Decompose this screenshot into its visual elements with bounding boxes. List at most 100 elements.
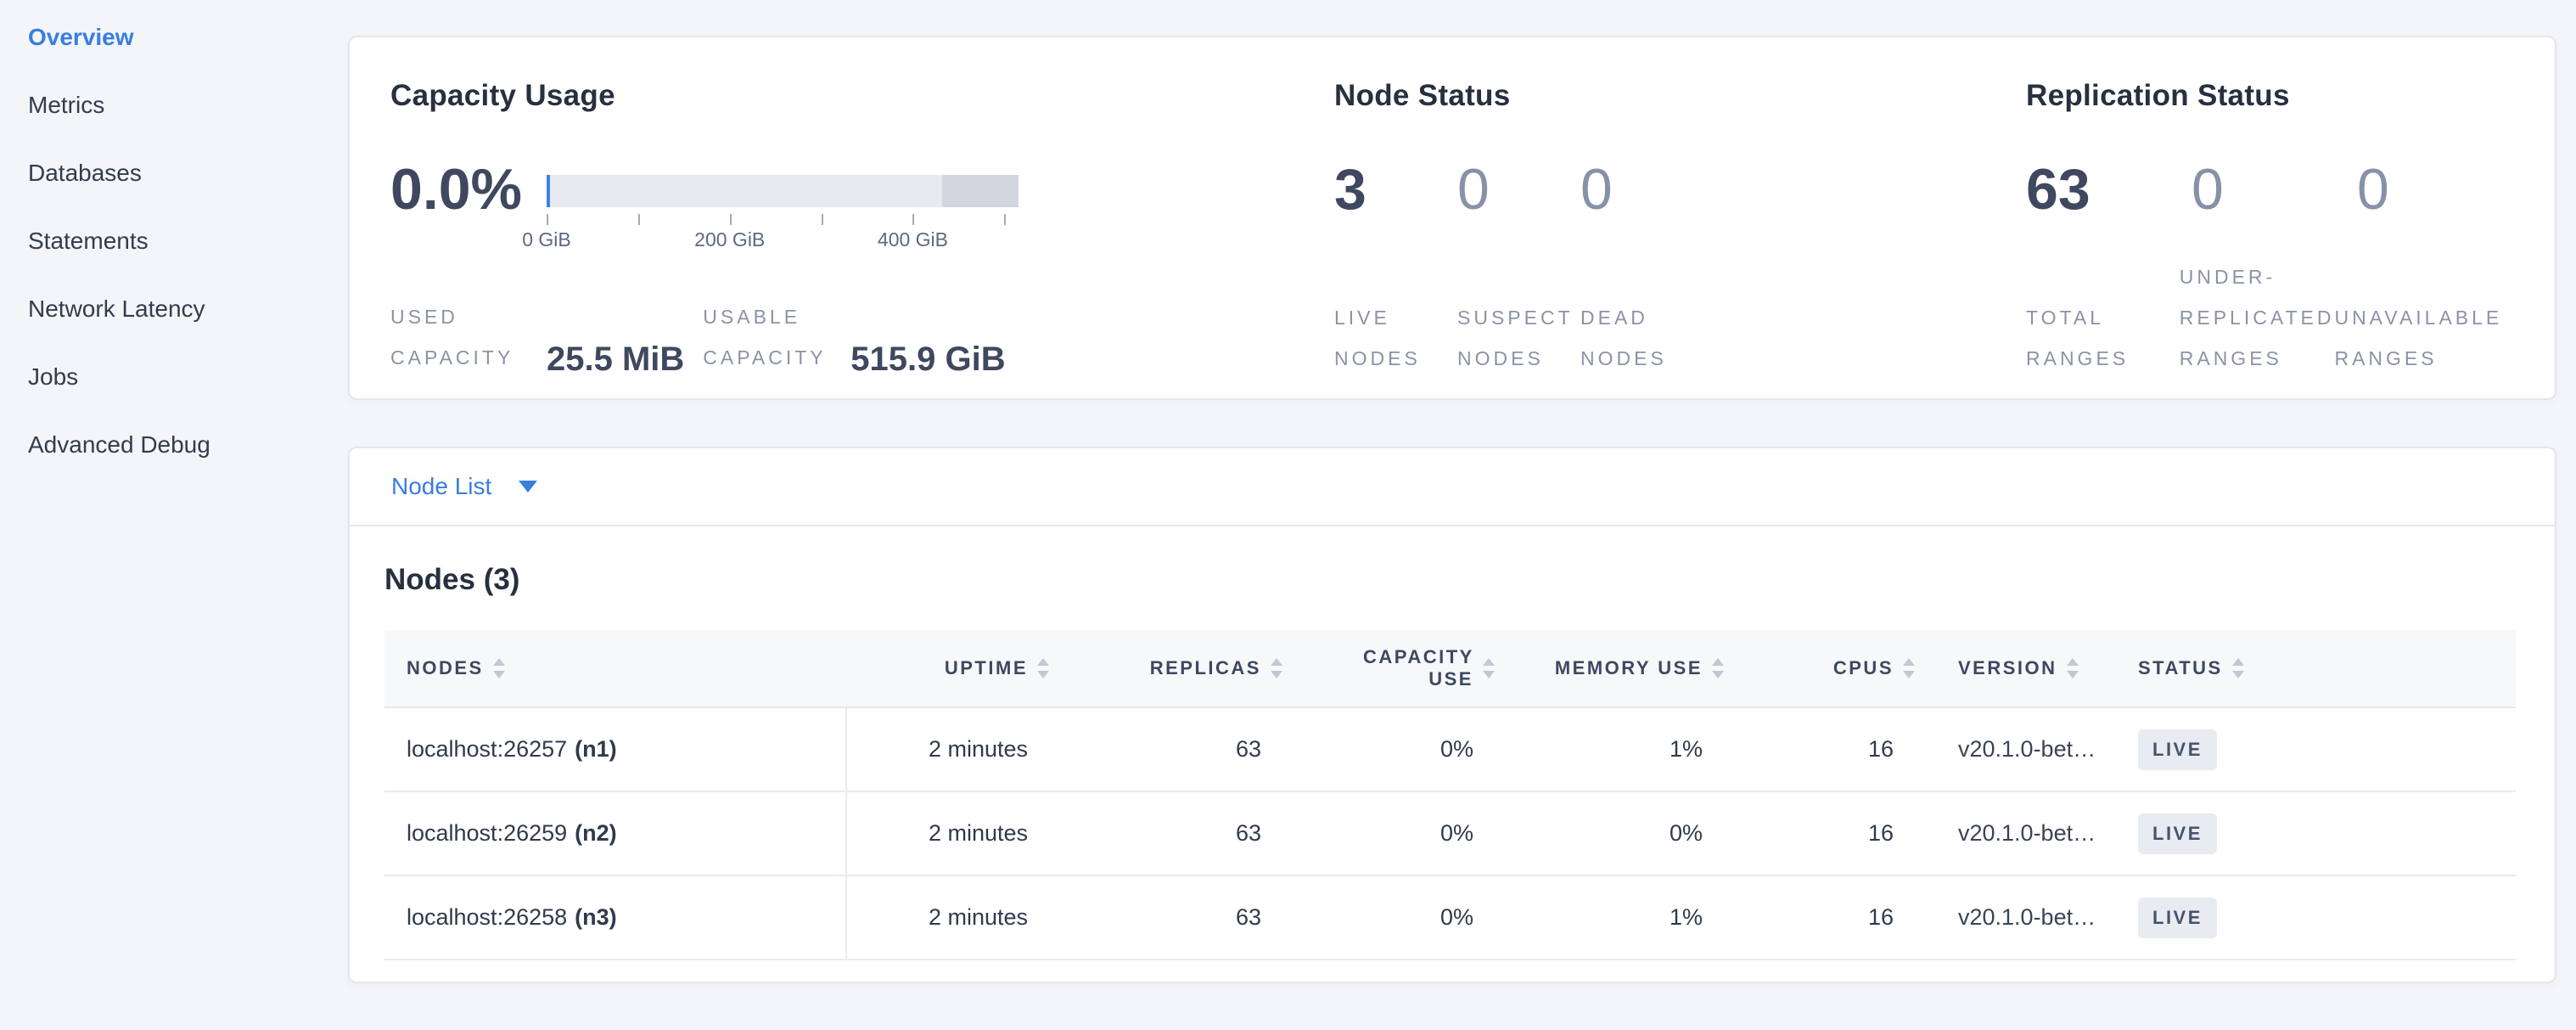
- sort-icon: [1270, 657, 1283, 679]
- column-header-nodes[interactable]: NODES: [384, 630, 846, 707]
- replication-status-section: Replication Status 63 0 0 TOTAL RANGES U…: [2026, 37, 2555, 398]
- status-cell: LIVE: [2115, 707, 2516, 791]
- uptime-cell: 2 minutes: [846, 707, 1058, 791]
- version-cell: v20.1.0-bet…: [1924, 875, 2115, 960]
- capacity-use-cell: 0%: [1292, 707, 1504, 791]
- cpus-cell: 16: [1733, 791, 1924, 875]
- sort-icon: [492, 657, 506, 679]
- replication-status-labels: TOTAL RANGES UNDER-REPLICATED RANGES UNA…: [2026, 256, 2555, 379]
- status-cell: LIVE: [2115, 875, 2516, 960]
- axis-tick: [912, 214, 914, 225]
- suspect-nodes-label: SUSPECT NODES: [1457, 256, 1580, 379]
- table-row[interactable]: localhost:26258(n3) 2 minutes 63 0% 1% 1…: [384, 875, 2516, 960]
- capacity-gauge-reserved-segment: [942, 175, 1019, 207]
- column-header-memory-use[interactable]: MEMORY USE: [1504, 630, 1733, 707]
- node-status-title: Node Status: [1334, 77, 2026, 115]
- status-badge: LIVE: [2138, 729, 2217, 770]
- capacity-usage-title: Capacity Usage: [390, 77, 1334, 115]
- sidebar-item-metrics[interactable]: Metrics: [28, 93, 348, 117]
- live-nodes-value: 3: [1334, 159, 1457, 220]
- axis-label: 400 GiB: [878, 228, 948, 251]
- cluster-summary-card: Capacity Usage 0.0%: [348, 36, 2556, 400]
- column-header-version[interactable]: VERSION: [1924, 630, 2115, 707]
- node-status-values: 3 0 0: [1334, 159, 2026, 220]
- total-ranges-value: 63: [2026, 159, 2192, 220]
- node-list-dropdown-label: Node List: [391, 475, 491, 498]
- node-list-body: Nodes (3) NODES UPTIME: [350, 562, 2555, 982]
- node-status-section: Node Status 3 0 0 LIVE NODES SUSPECT NOD…: [1334, 37, 2026, 398]
- sort-icon: [1711, 657, 1725, 679]
- capacity-usage-section: Capacity Usage 0.0%: [350, 37, 1334, 398]
- sidebar-item-statements[interactable]: Statements: [28, 229, 348, 253]
- under-replicated-ranges-value: 0: [2192, 159, 2357, 220]
- column-header-status[interactable]: STATUS: [2115, 630, 2516, 707]
- status-badge: LIVE: [2138, 898, 2217, 938]
- memory-use-cell: 0%: [1504, 791, 1733, 875]
- usable-capacity-value: 515.9 GiB: [850, 342, 1005, 376]
- sidebar-item-network-latency[interactable]: Network Latency: [28, 297, 348, 321]
- capacity-gauge-used-segment: [547, 175, 550, 207]
- axis-tick: [1004, 214, 1006, 225]
- node-status-labels: LIVE NODES SUSPECT NODES DEAD NODES: [1334, 256, 2026, 379]
- usable-capacity-label: USABLE CAPACITY: [703, 296, 835, 378]
- chevron-down-icon: [519, 481, 537, 492]
- capacity-gauge-row: 0.0%: [390, 159, 1334, 254]
- replicas-cell: 63: [1058, 791, 1292, 875]
- status-badge: LIVE: [2138, 813, 2217, 854]
- uptime-cell: 2 minutes: [846, 791, 1058, 875]
- node-address-cell[interactable]: localhost:26258(n3): [384, 875, 846, 960]
- axis-tick: [547, 214, 548, 225]
- node-address-cell[interactable]: localhost:26259(n2): [384, 791, 846, 875]
- live-nodes-label: LIVE NODES: [1334, 256, 1457, 379]
- uptime-cell: 2 minutes: [846, 875, 1058, 960]
- cpus-cell: 16: [1733, 707, 1924, 791]
- status-cell: LIVE: [2115, 791, 2516, 875]
- node-id: (n1): [575, 736, 617, 762]
- node-address-cell[interactable]: localhost:26257(n1): [384, 707, 846, 791]
- sidebar-item-overview[interactable]: Overview: [28, 25, 348, 49]
- capacity-gauge-bar: [547, 175, 1019, 207]
- sidebar-item-jobs[interactable]: Jobs: [28, 365, 348, 389]
- node-list-view-dropdown[interactable]: Node List: [350, 448, 2555, 526]
- used-capacity-value: 25.5 MiB: [547, 342, 684, 376]
- table-row[interactable]: localhost:26259(n2) 2 minutes 63 0% 0% 1…: [384, 791, 2516, 875]
- sidebar-item-advanced-debug[interactable]: Advanced Debug: [28, 433, 348, 457]
- admin-ui: Overview Metrics Databases Statements Ne…: [0, 0, 2576, 1017]
- capacity-gauge-axis-labels: 0 GiB 200 GiB 400 GiB: [547, 228, 1019, 254]
- axis-label: 0 GiB: [522, 228, 571, 251]
- column-header-cpus[interactable]: CPUS: [1733, 630, 1924, 707]
- suspect-nodes-value: 0: [1457, 159, 1580, 220]
- column-header-uptime[interactable]: UPTIME: [846, 630, 1058, 707]
- column-header-replicas[interactable]: REPLICAS: [1058, 630, 1292, 707]
- axis-tick: [822, 214, 823, 225]
- replicas-cell: 63: [1058, 875, 1292, 960]
- capacity-gauge-axis: [547, 214, 1019, 226]
- sidebar-item-databases[interactable]: Databases: [28, 161, 348, 185]
- table-row[interactable]: localhost:26257(n1) 2 minutes 63 0% 1% 1…: [384, 707, 2516, 791]
- total-ranges-label: TOTAL RANGES: [2026, 256, 2180, 379]
- under-replicated-ranges-label: UNDER-REPLICATED RANGES: [2180, 256, 2335, 379]
- node-id: (n3): [575, 904, 617, 930]
- table-header-row: NODES UPTIME REPLICAS: [384, 630, 2516, 707]
- replicas-cell: 63: [1058, 707, 1292, 791]
- nodes-table-title: Nodes (3): [384, 562, 2516, 598]
- dead-nodes-value: 0: [1580, 159, 1613, 220]
- unavailable-ranges-value: 0: [2357, 159, 2389, 220]
- dead-nodes-label: DEAD NODES: [1580, 256, 1699, 379]
- sort-icon: [2231, 657, 2245, 679]
- nodes-table: NODES UPTIME REPLICAS: [384, 630, 2516, 960]
- axis-label: 200 GiB: [694, 228, 765, 251]
- column-header-capacity-use[interactable]: CAPACITY USE: [1292, 630, 1504, 707]
- sort-icon: [1482, 657, 1496, 679]
- sort-icon: [1036, 657, 1050, 679]
- capacity-stats: USED CAPACITY 25.5 MiB USABLE CAPACITY 5…: [390, 296, 1334, 378]
- capacity-use-cell: 0%: [1292, 791, 1504, 875]
- memory-use-cell: 1%: [1504, 707, 1733, 791]
- memory-use-cell: 1%: [1504, 875, 1733, 960]
- sidebar: Overview Metrics Databases Statements Ne…: [0, 0, 348, 1017]
- cpus-cell: 16: [1733, 875, 1924, 960]
- capacity-use-cell: 0%: [1292, 875, 1504, 960]
- capacity-gauge: 0 GiB 200 GiB 400 GiB: [547, 159, 1019, 254]
- node-id: (n2): [575, 820, 617, 846]
- used-capacity-label: USED CAPACITY: [390, 296, 531, 378]
